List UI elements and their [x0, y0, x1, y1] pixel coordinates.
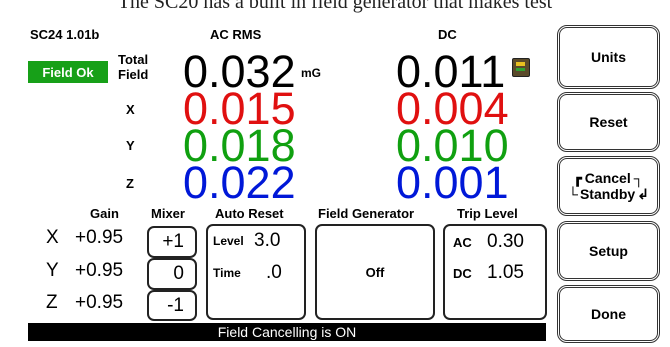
- reset-button-label: Reset: [589, 114, 628, 130]
- gain-value-z[interactable]: +0.95: [75, 292, 123, 314]
- reset-button[interactable]: Reset: [557, 92, 660, 152]
- gain-heading: Gain: [90, 206, 119, 221]
- trip-dc-value: 1.05: [487, 262, 524, 283]
- bracket-bottom-left-icon: └: [568, 186, 578, 202]
- mixer-box-z[interactable]: -1: [147, 290, 197, 321]
- bracket-top-right-icon: ┐: [633, 170, 644, 186]
- mixer-heading: Mixer: [151, 206, 185, 221]
- done-button-label: Done: [591, 306, 626, 322]
- dc-label: DC: [438, 27, 457, 42]
- field-ok-badge: Field Ok: [28, 61, 108, 83]
- return-arrow-icon: ↲: [637, 186, 649, 202]
- z-dc-value: 0.001: [396, 157, 509, 208]
- cancel-standby-button[interactable]: ┏ Cancel ┐ └ Standby ↲: [557, 156, 660, 216]
- trip-ac-value: 0.30: [487, 231, 524, 252]
- gain-axis-x: X: [46, 227, 59, 248]
- gain-axis-z: Z: [46, 292, 58, 313]
- level-value: 3.0: [254, 230, 281, 251]
- z-axis-label: Z: [126, 176, 134, 191]
- gain-axis-y: Y: [46, 260, 59, 281]
- caption-text: The SC20 has a built in field generator …: [117, 0, 553, 13]
- mixer-box-y[interactable]: 0: [147, 258, 197, 290]
- x-axis-label: X: [126, 102, 135, 117]
- battery-icon: [512, 58, 530, 77]
- mixer-value-y: 0: [173, 263, 184, 284]
- total-label-line1: Total: [118, 52, 149, 67]
- total-label-line2: Field: [118, 67, 149, 82]
- document-caption: The SC20 has a built in field generator …: [0, 0, 670, 22]
- bracket-arrow-top-icon: ┏: [573, 170, 582, 186]
- cancel-line: ┏ Cancel ┐: [573, 170, 643, 186]
- field-generator-state: Off: [365, 264, 385, 280]
- gain-value-x[interactable]: +0.95: [75, 227, 123, 249]
- z-ac-value: 0.022: [183, 157, 296, 208]
- field-generator-heading: Field Generator: [318, 206, 415, 221]
- ac-rms-label: AC RMS: [210, 27, 262, 42]
- trip-level-heading: Trip Level: [457, 206, 518, 221]
- trip-level-box[interactable]: AC 0.30 DC 1.05: [443, 224, 547, 320]
- mixer-box-x[interactable]: +1: [147, 226, 197, 258]
- field-generator-button[interactable]: Off: [315, 224, 435, 320]
- auto-reset-heading: Auto Reset: [215, 206, 284, 221]
- status-bar: Field Cancelling is ON: [28, 323, 546, 341]
- units-button[interactable]: Units: [557, 25, 660, 89]
- auto-reset-box[interactable]: Level 3.0 Time .0: [206, 224, 306, 320]
- unit-label: mG: [301, 66, 322, 80]
- standby-line: └ Standby ↲: [568, 186, 649, 202]
- total-field-label: Total Field: [118, 52, 148, 82]
- trip-dc-label: DC: [453, 266, 472, 281]
- gain-value-y[interactable]: +0.95: [75, 260, 123, 282]
- setup-button-label: Setup: [589, 243, 628, 259]
- mixer-value-z: -1: [167, 294, 184, 316]
- y-axis-label: Y: [126, 138, 135, 153]
- cancel-label: Cancel: [584, 170, 631, 186]
- units-button-label: Units: [591, 49, 626, 65]
- standby-label: Standby: [579, 186, 636, 202]
- done-button[interactable]: Done: [557, 285, 660, 343]
- time-value: .0: [266, 262, 282, 283]
- time-label: Time: [213, 266, 241, 280]
- mixer-value-x: +1: [162, 231, 184, 252]
- level-label: Level: [213, 234, 244, 248]
- model-version: SC24 1.01b: [30, 27, 100, 42]
- setup-button[interactable]: Setup: [557, 221, 660, 281]
- trip-ac-label: AC: [453, 235, 472, 250]
